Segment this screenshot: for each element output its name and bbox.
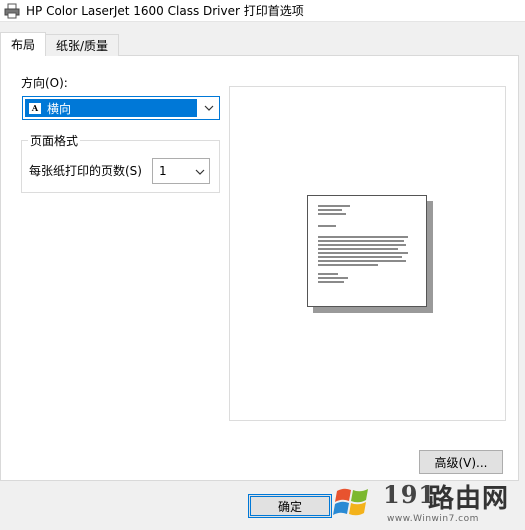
preview-text-line <box>318 225 336 227</box>
advanced-button[interactable]: 高级(V)... <box>419 450 503 474</box>
orientation-value: 横向 <box>47 101 72 116</box>
window-title: HP Color LaserJet 1600 Class Driver 打印首选… <box>26 4 304 18</box>
preview-text-line <box>318 213 346 215</box>
preview-text-line <box>318 209 342 211</box>
page-preview <box>307 195 427 307</box>
watermark-url: www.Winwin7.com <box>387 514 479 524</box>
chevron-down-icon[interactable] <box>195 164 205 178</box>
preview-text-line <box>318 252 408 254</box>
preview-text-line <box>318 277 348 279</box>
orientation-label: 方向(O): <box>21 76 68 90</box>
watermark: 191 路由网 www.Winwin7.com <box>333 478 525 530</box>
preview-text-line <box>318 248 398 250</box>
preview-text-line <box>318 236 408 238</box>
chevron-down-icon[interactable] <box>199 97 219 119</box>
orientation-dropdown[interactable]: A 横向 <box>22 96 220 120</box>
printer-icon <box>4 3 20 19</box>
watermark-text: 路由网 <box>428 484 510 514</box>
ok-button[interactable]: 确定 <box>248 494 332 518</box>
preview-text-line <box>318 281 344 283</box>
landscape-icon: A <box>29 102 41 114</box>
windows-logo-icon <box>333 482 373 522</box>
preview-text-line <box>318 244 406 246</box>
tab-paper-quality[interactable]: 纸张/质量 <box>45 34 120 56</box>
pages-per-sheet-value: 1 <box>159 164 167 178</box>
preview-text-line <box>318 260 406 262</box>
page-format-legend: 页面格式 <box>28 132 81 149</box>
preview-text-line <box>318 256 402 258</box>
tab-layout[interactable]: 布局 <box>0 32 47 56</box>
preview-text-line <box>318 240 404 242</box>
tab-strip: 布局 纸张/质量 <box>0 32 120 56</box>
orientation-selected-option: A 横向 <box>25 99 197 117</box>
pages-per-sheet-dropdown[interactable]: 1 <box>152 158 210 184</box>
preview-text-line <box>318 205 350 207</box>
preview-text-line <box>318 264 378 266</box>
pages-per-sheet-label: 每张纸打印的页数(S) <box>29 164 142 178</box>
title-bar: HP Color LaserJet 1600 Class Driver 打印首选… <box>0 0 525 22</box>
preview-text-line <box>318 273 338 275</box>
ok-button-label: 确定 <box>277 499 302 514</box>
